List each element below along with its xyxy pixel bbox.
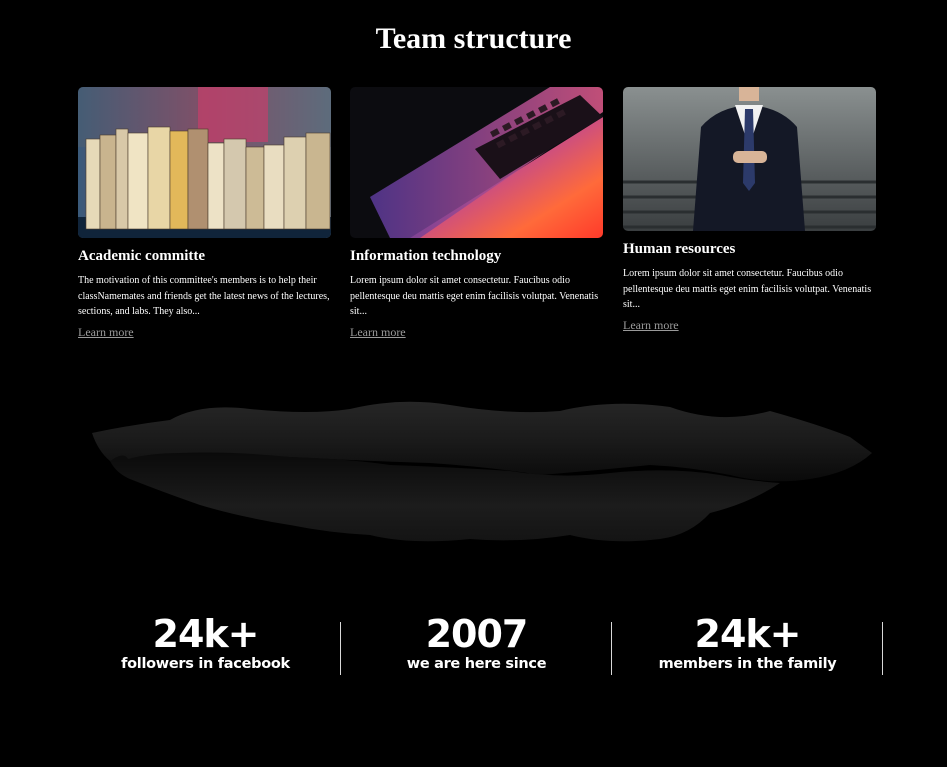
learn-more-link[interactable]: Learn more <box>78 325 134 340</box>
stat-divider <box>882 622 883 675</box>
stat-label: members in the family <box>658 656 837 672</box>
card-description: Lorem ipsum dolor sit amet consectetur. … <box>623 268 872 310</box>
stat-members: 24k+ members in the family <box>612 612 883 676</box>
card-information-technology: Information technology Lorem ipsum dolor… <box>350 87 603 341</box>
books-image <box>78 87 331 238</box>
learn-more-link[interactable]: Learn more <box>350 325 406 340</box>
card-description: The motivation of this committee's membe… <box>78 275 330 317</box>
learn-more-link[interactable]: Learn more <box>623 318 679 333</box>
stat-value: 24k+ <box>694 612 802 656</box>
card-description: Lorem ipsum dolor sit amet consectetur. … <box>350 275 599 317</box>
stat-since: 2007 we are here since <box>341 612 612 676</box>
stat-label: we are here since <box>406 656 547 672</box>
card-academic-committee: Academic committe The motivation of this… <box>78 87 331 341</box>
laptop-image <box>350 87 603 238</box>
stats-row: 24k+ followers in facebook 2007 we are h… <box>70 612 883 676</box>
card-title: Information technology <box>350 248 502 264</box>
page-title: Team structure <box>375 22 572 55</box>
stat-followers: 24k+ followers in facebook <box>70 612 341 676</box>
stat-label: followers in facebook <box>121 656 290 672</box>
stat-value: 24k+ <box>152 612 260 656</box>
card-human-resources: Human resources Lorem ipsum dolor sit am… <box>623 87 876 334</box>
card-title: Academic committe <box>78 248 206 264</box>
stat-value: 2007 <box>425 612 529 656</box>
mountain-wave-decoration <box>92 401 872 542</box>
card-title: Human resources <box>623 241 736 257</box>
businessman-image <box>623 87 876 231</box>
